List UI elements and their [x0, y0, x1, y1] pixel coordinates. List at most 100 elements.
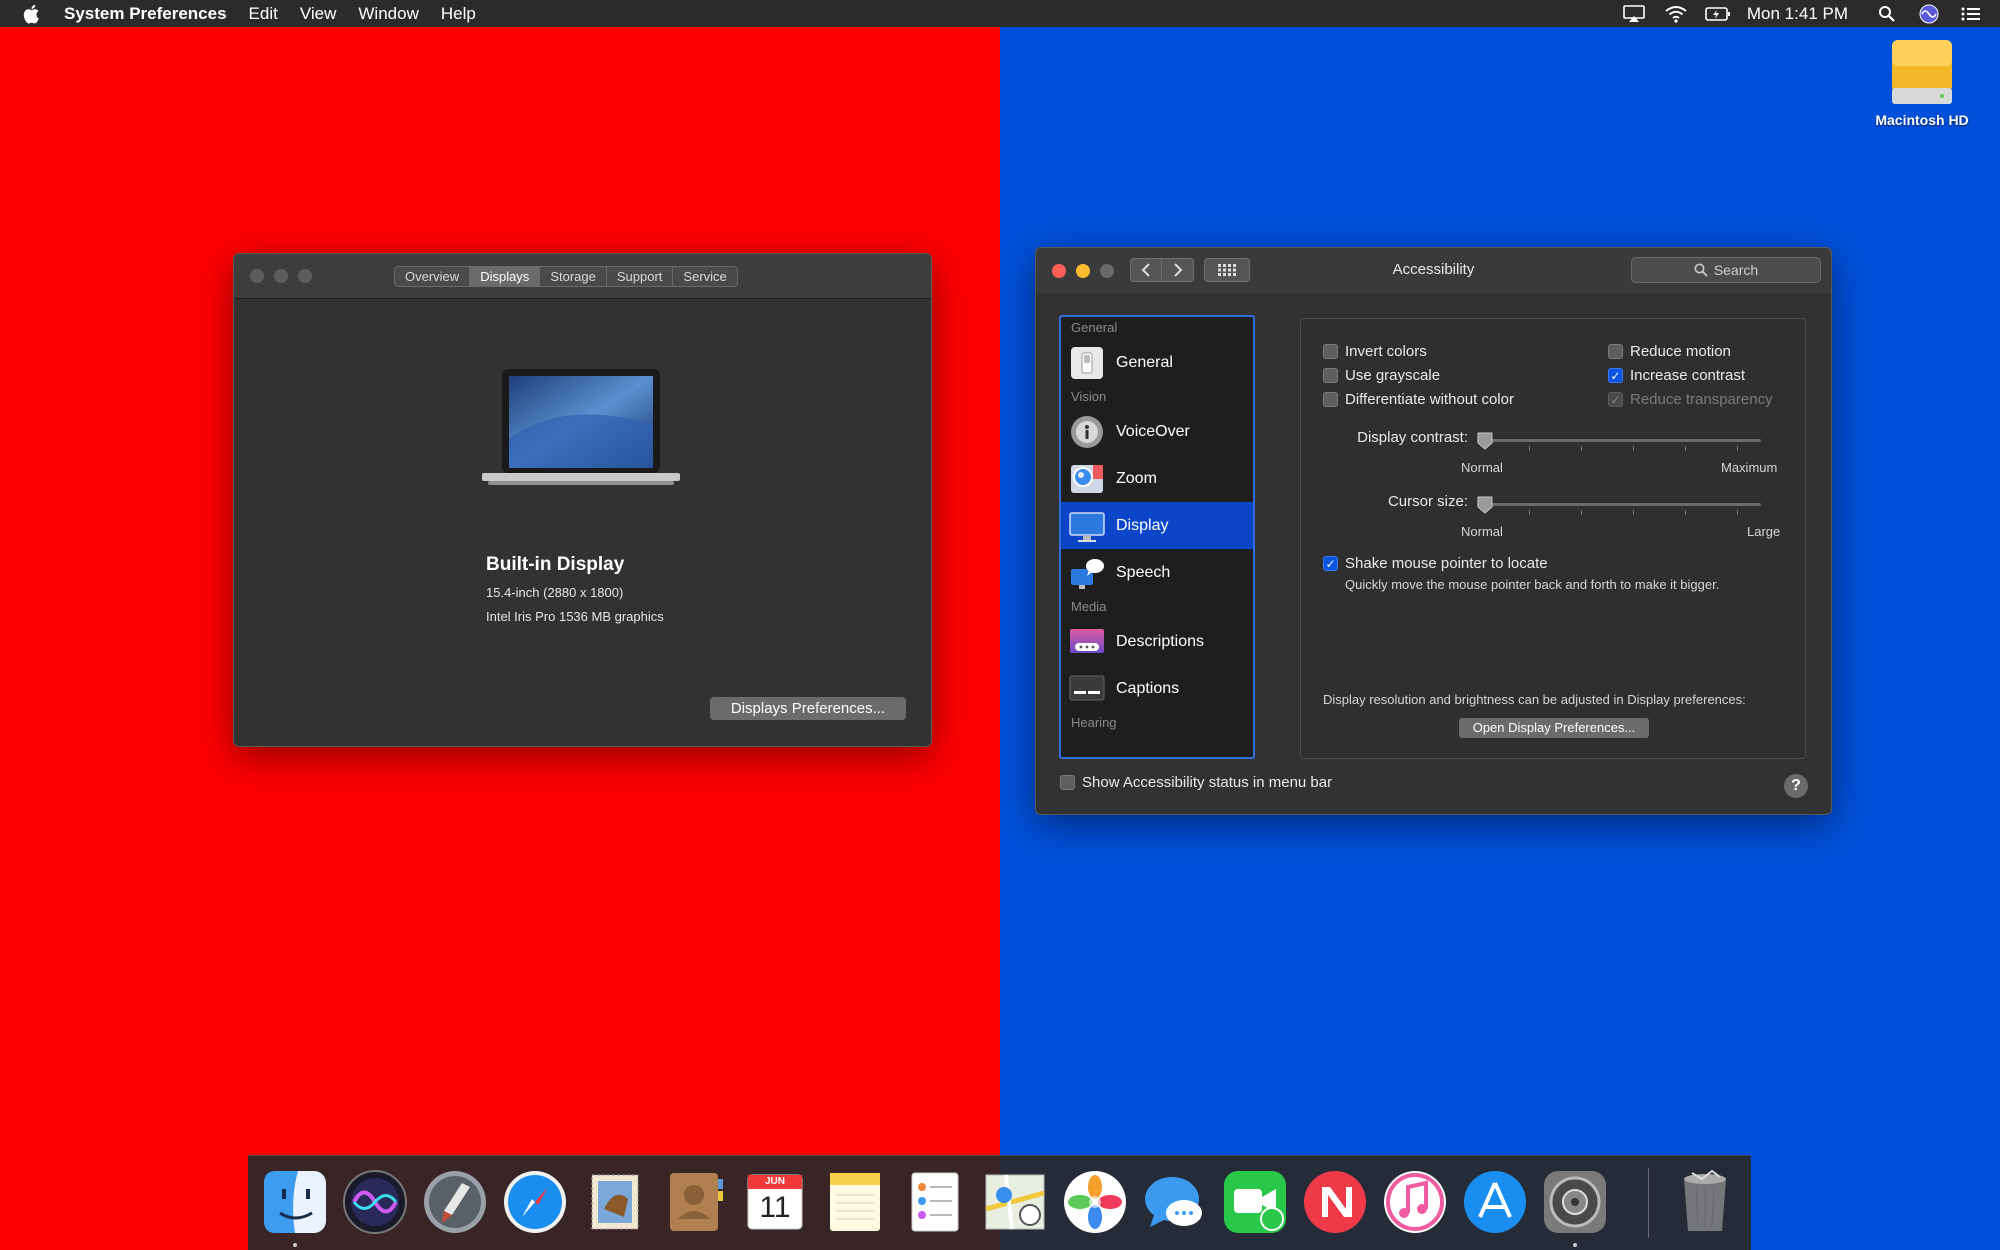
cursor-max-label: Large: [1747, 524, 1781, 539]
help-button[interactable]: ?: [1784, 774, 1808, 798]
hard-drive-icon: [1890, 36, 1954, 108]
minimize-button[interactable]: [274, 269, 288, 283]
reminders-icon[interactable]: [902, 1169, 968, 1235]
sidebar-item-descriptions[interactable]: Descriptions: [1061, 618, 1253, 665]
sidebar-item-voiceover[interactable]: VoiceOver: [1061, 408, 1253, 455]
mail-icon[interactable]: [582, 1169, 648, 1235]
slider-knob[interactable]: [1477, 496, 1493, 514]
slider-track: [1477, 439, 1761, 442]
slider-tick: [1581, 510, 1582, 515]
use-grayscale-checkbox[interactable]: [1323, 368, 1338, 383]
differentiate-option[interactable]: Differentiate without color: [1323, 391, 1514, 408]
siri-icon[interactable]: [342, 1169, 408, 1235]
siri-icon[interactable]: [1916, 3, 1942, 25]
photos-icon[interactable]: [1062, 1169, 1128, 1235]
menu-edit[interactable]: Edit: [249, 4, 278, 24]
notification-center-icon[interactable]: [1958, 3, 1984, 25]
calendar-day: 11: [759, 1191, 791, 1224]
menu-clock[interactable]: Mon 1:41 PM: [1747, 4, 1848, 24]
display-contrast-slider[interactable]: [1477, 431, 1761, 451]
notes-icon[interactable]: [822, 1169, 888, 1235]
battery-icon[interactable]: [1705, 3, 1731, 25]
menu-help[interactable]: Help: [441, 4, 476, 24]
tab-support[interactable]: Support: [606, 267, 674, 286]
itunes-icon[interactable]: [1382, 1169, 1448, 1235]
tab-service[interactable]: Service: [673, 267, 737, 286]
close-button[interactable]: [250, 269, 264, 283]
spotlight-icon[interactable]: [1874, 3, 1900, 25]
drive-label: Macintosh HD: [1875, 112, 1969, 128]
zoom-button[interactable]: [298, 269, 312, 283]
shake-to-locate-checkbox[interactable]: ✓: [1323, 556, 1338, 571]
option-label: Show Accessibility status in menu bar: [1082, 774, 1333, 791]
slider-knob[interactable]: [1477, 432, 1493, 450]
show-status-checkbox[interactable]: [1060, 775, 1075, 790]
cursor-size-slider[interactable]: [1477, 495, 1761, 515]
reduce-motion-option[interactable]: Reduce motion: [1608, 343, 1731, 360]
descriptions-icon: [1069, 624, 1105, 660]
shake-to-locate-option[interactable]: ✓ Shake mouse pointer to locate: [1323, 555, 1548, 572]
finder-icon[interactable]: [262, 1169, 328, 1235]
slider-tick: [1737, 446, 1738, 451]
wifi-icon[interactable]: [1663, 3, 1689, 25]
increase-contrast-checkbox[interactable]: ✓: [1608, 368, 1623, 383]
display-name: Built-in Display: [486, 554, 625, 575]
voiceover-icon: [1069, 414, 1105, 450]
zoom-magnifier-icon: [1069, 461, 1105, 497]
slider-tick: [1529, 510, 1530, 515]
sidebar-item-zoom[interactable]: Zoom: [1061, 455, 1253, 502]
app-store-icon[interactable]: [1462, 1169, 1528, 1235]
use-grayscale-option[interactable]: Use grayscale: [1323, 367, 1440, 384]
tab-storage[interactable]: Storage: [540, 267, 607, 286]
accessibility-window: Accessibility Search General General Vis…: [1035, 247, 1832, 815]
sidebar-item-label: Descriptions: [1116, 632, 1205, 650]
reduce-transparency-option: ✓ Reduce transparency: [1608, 391, 1773, 408]
slider-tick: [1529, 446, 1530, 451]
window-controls: [250, 269, 312, 283]
menu-view[interactable]: View: [300, 4, 337, 24]
news-icon[interactable]: [1302, 1169, 1368, 1235]
launchpad-icon[interactable]: [422, 1169, 488, 1235]
menu-app-name[interactable]: System Preferences: [64, 4, 227, 24]
menu-window[interactable]: Window: [358, 4, 418, 24]
facetime-icon[interactable]: [1222, 1169, 1288, 1235]
general-switch-icon: [1069, 345, 1105, 381]
system-preferences-icon[interactable]: [1542, 1169, 1608, 1235]
invert-colors-checkbox[interactable]: [1323, 344, 1338, 359]
reduce-motion-checkbox[interactable]: [1608, 344, 1623, 359]
sidebar-item-display[interactable]: Display: [1061, 502, 1253, 549]
safari-icon[interactable]: [502, 1169, 568, 1235]
sidebar-item-general[interactable]: General: [1061, 339, 1253, 386]
option-label: Reduce motion: [1630, 343, 1731, 360]
sidebar-item-speech[interactable]: Speech: [1061, 549, 1253, 596]
macintosh-hd-desktop-icon[interactable]: Macintosh HD: [1862, 36, 1982, 128]
tab-overview[interactable]: Overview: [395, 267, 471, 286]
sidebar-section-vision: Vision: [1071, 389, 1107, 404]
tab-displays[interactable]: Displays: [470, 267, 541, 286]
about-tabs: Overview Displays Storage Support Servic…: [394, 266, 738, 287]
open-display-preferences-button[interactable]: Open Display Preferences...: [1459, 718, 1649, 738]
display-graphics: Intel Iris Pro 1536 MB graphics: [486, 609, 664, 624]
contacts-icon[interactable]: [662, 1169, 728, 1235]
slider-tick: [1685, 510, 1686, 515]
displays-preferences-button[interactable]: Displays Preferences...: [710, 697, 906, 720]
increase-contrast-option[interactable]: ✓ Increase contrast: [1608, 367, 1745, 384]
airplay-icon[interactable]: [1621, 3, 1647, 25]
maps-icon[interactable]: [982, 1169, 1048, 1235]
sidebar-item-label: Speech: [1116, 563, 1171, 581]
option-label: Increase contrast: [1630, 367, 1746, 384]
search-field[interactable]: Search: [1631, 257, 1821, 283]
cursor-min-label: Normal: [1461, 524, 1503, 539]
option-label: Reduce transparency: [1630, 391, 1773, 408]
reduce-transparency-checkbox: ✓: [1608, 392, 1623, 407]
differentiate-checkbox[interactable]: [1323, 392, 1338, 407]
calendar-icon[interactable]: JUN 11: [742, 1169, 808, 1235]
invert-colors-option[interactable]: Invert colors: [1323, 343, 1427, 360]
display-contrast-label: Display contrast:: [1357, 429, 1468, 446]
show-status-in-menu-bar-option[interactable]: Show Accessibility status in menu bar: [1060, 774, 1332, 791]
apple-menu-icon[interactable]: [18, 1, 44, 27]
trash-icon[interactable]: [1672, 1169, 1738, 1235]
messages-icon[interactable]: [1142, 1169, 1208, 1235]
sidebar-item-captions[interactable]: Captions: [1061, 665, 1253, 712]
search-placeholder: Search: [1713, 262, 1759, 278]
